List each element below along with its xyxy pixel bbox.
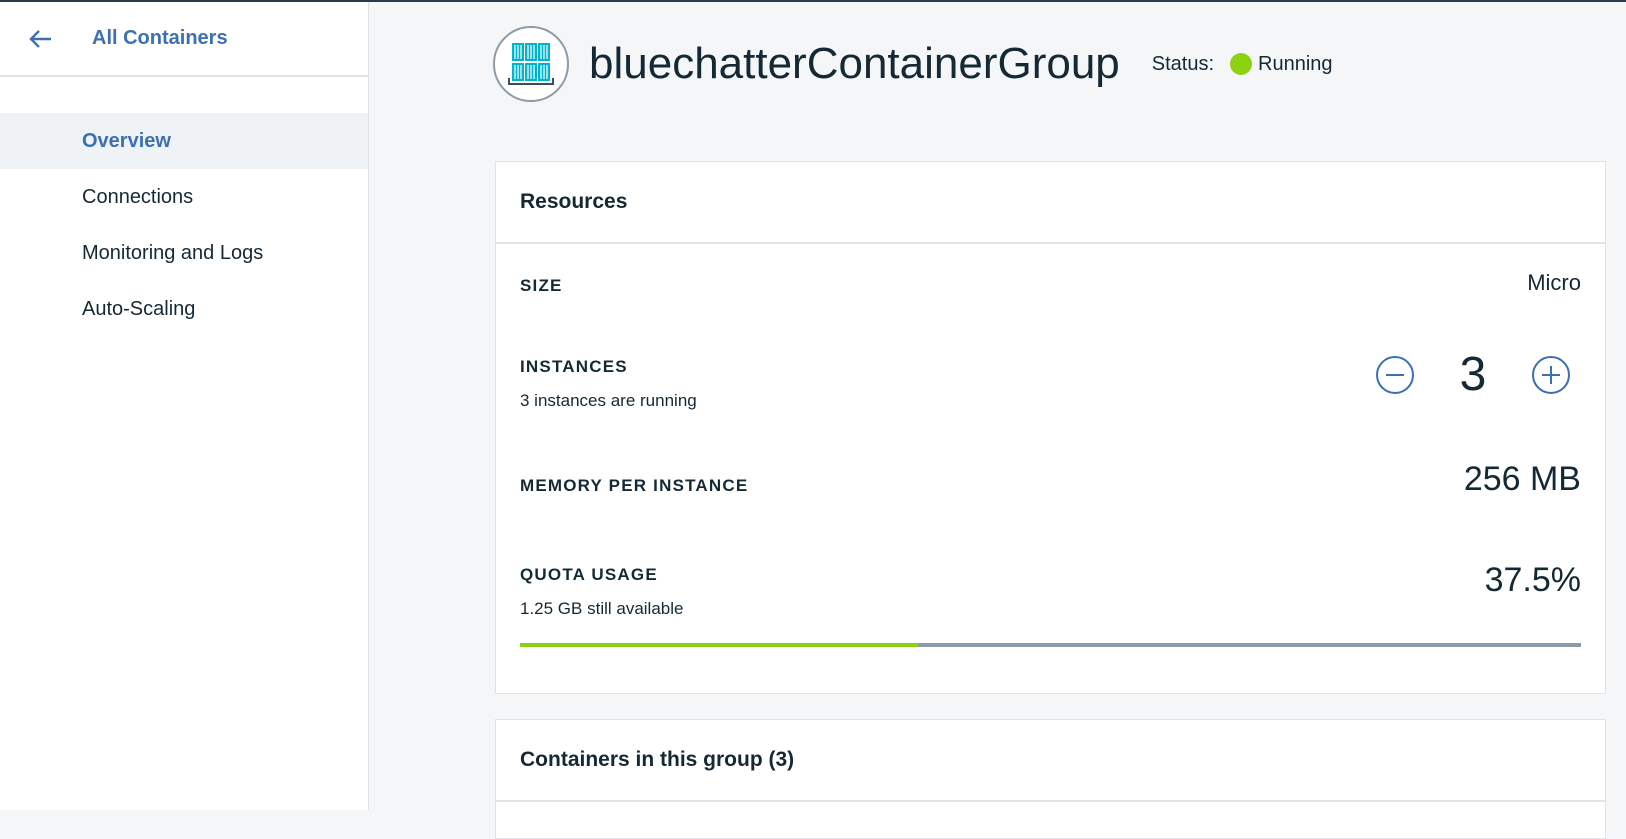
resources-title: Resources: [496, 162, 1605, 244]
sidebar-item-auto-scaling[interactable]: Auto-Scaling: [0, 281, 368, 337]
instances-row: INSTANCES 3 instances are running 3: [520, 348, 1581, 411]
status-indicator-dot: [1230, 53, 1253, 75]
containers-title: Containers in this group (3): [496, 720, 1605, 802]
containers-card: Containers in this group (3): [495, 719, 1606, 839]
back-link-label[interactable]: All Containers: [92, 27, 228, 50]
quota-label: QUOTA USAGE: [520, 565, 658, 584]
sidebar: All Containers Overview Connections Moni…: [0, 2, 369, 810]
quota-progress-bar: [520, 643, 1581, 647]
sidebar-nav: Overview Connections Monitoring and Logs…: [0, 113, 368, 337]
size-label: SIZE: [520, 276, 563, 295]
status-value: Running: [1258, 52, 1333, 75]
sidebar-item-monitoring-and-logs[interactable]: Monitoring and Logs: [0, 225, 368, 281]
instances-stepper[interactable]: 3: [1375, 347, 1571, 402]
memory-value: 256 MB: [1463, 460, 1581, 498]
quota-row: QUOTA USAGE 1.25 GB still available 37.5…: [520, 561, 1581, 619]
page-title: bluechatterContainerGroup: [589, 39, 1120, 88]
quota-value: 37.5%: [1484, 561, 1581, 599]
memory-label: MEMORY PER INSTANCE: [520, 476, 749, 495]
container-group-icon: [493, 26, 569, 102]
sidebar-item-overview[interactable]: Overview: [0, 113, 368, 169]
quota-progress-fill: [520, 643, 918, 647]
decrement-icon[interactable]: [1375, 355, 1415, 395]
size-row: SIZE Micro: [520, 270, 1581, 296]
resources-card: Resources SIZE Micro INSTANCES 3 instanc…: [495, 161, 1606, 694]
back-arrow-icon[interactable]: [28, 26, 54, 52]
page-header: bluechatterContainerGroup Status: Runnin…: [493, 26, 1333, 102]
back-link[interactable]: All Containers: [0, 2, 368, 77]
size-value: Micro: [1527, 270, 1581, 295]
main-content: bluechatterContainerGroup Status: Runnin…: [370, 2, 1626, 839]
quota-available-text: 1.25 GB still available: [520, 599, 684, 618]
status-label: Status:: [1151, 52, 1215, 75]
increment-icon[interactable]: [1531, 355, 1571, 395]
instance-count: 3: [1459, 348, 1487, 401]
sidebar-item-connections[interactable]: Connections: [0, 169, 368, 225]
memory-row: MEMORY PER INSTANCE 256 MB: [520, 460, 1581, 498]
